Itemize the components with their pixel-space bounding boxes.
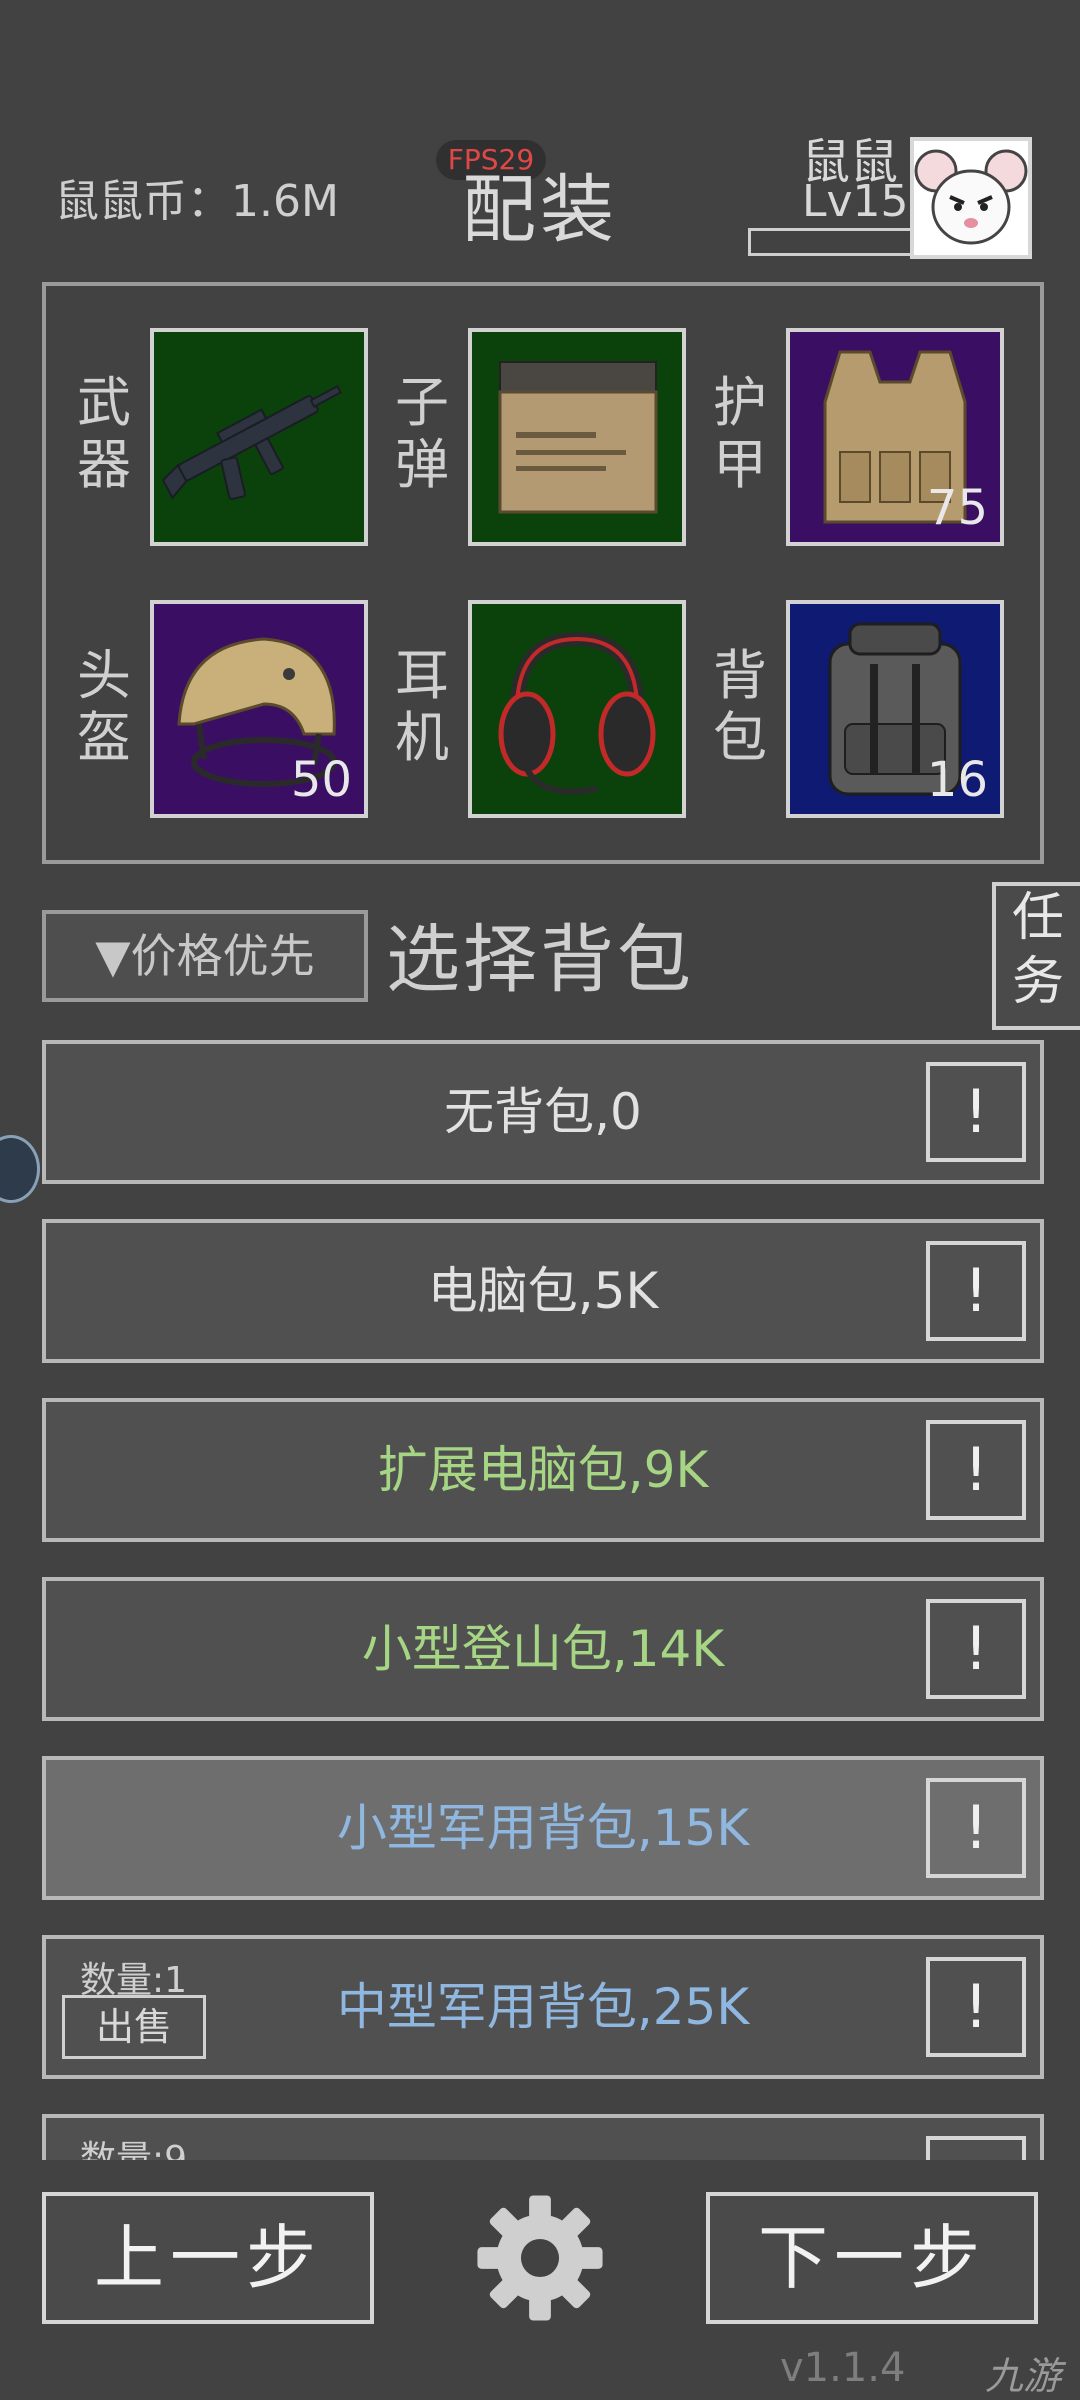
slot-backpack[interactable]: 16 [786,600,1004,818]
list-item[interactable]: 小型登山包,14K ! [42,1577,1044,1721]
settings-button[interactable] [472,2190,608,2326]
ammo-box-icon [498,361,658,514]
durability-count: 16 [926,752,988,808]
item-label: 扩展电脑包,9K [377,1441,709,1499]
info-button[interactable]: ! [926,1957,1026,2057]
list-item[interactable]: 无背包,0 ! [42,1040,1044,1184]
xp-bar [748,228,916,256]
gear-icon [477,2195,603,2321]
item-label: 中型军用背包,25K [336,1978,750,2036]
slot-label-backpack: 背包 [713,644,767,769]
sort-by-price-button[interactable]: ▼价格优先 [42,910,368,1002]
avatar[interactable] [910,137,1032,259]
slot-label-armor: 护甲 [713,371,767,496]
info-button[interactable]: ! [926,1599,1026,1699]
item-label: 电脑包,5K [427,1262,659,1320]
item-label: 小型登山包,14K [361,1620,725,1678]
slot-label-weapon: 武器 [77,371,131,496]
player-level: Lv15 [802,176,909,227]
item-label: 小型军用背包,15K [336,1799,750,1857]
info-button[interactable]: ! [926,1241,1026,1341]
watermark: 九游 [985,2354,1062,2398]
slot-label-ammo: 子弹 [395,371,449,496]
headset-icon [498,631,656,795]
durability-count: 75 [926,480,988,536]
slot-ammo[interactable] [468,328,686,546]
slot-weapon[interactable] [150,328,368,546]
slot-armor[interactable]: 75 [786,328,1004,546]
slot-label-helmet: 头盔 [77,644,131,769]
list-item[interactable]: 扩展电脑包,9K ! [42,1398,1044,1542]
list-item-selected[interactable]: 小型军用背包,15K ! [42,1756,1044,1900]
mouse-avatar-icon [914,149,1028,245]
item-label: 无背包,0 [444,1083,642,1141]
info-button[interactable]: ! [926,1420,1026,1520]
info-button[interactable]: ! [926,1062,1026,1162]
info-button[interactable]: ! [926,1778,1026,1878]
page-title: 配装 [462,167,618,253]
slot-helmet[interactable]: 50 [150,600,368,818]
list-item[interactable]: 数量:9 ! [42,2114,1044,2160]
version-label: v1.1.4 [780,2345,906,2391]
slot-label-headset: 耳机 [395,644,449,769]
section-title: 选择背包 [386,917,694,1003]
previous-step-button[interactable]: 上一步 [42,2192,374,2324]
slot-headset[interactable] [468,600,686,818]
rifle-icon [161,384,342,500]
backpack-list[interactable]: 无背包,0 ! 电脑包,5K ! 扩展电脑包,9K ! 小型登山包,14K ! … [0,1040,1080,2160]
info-button[interactable]: ! [926,2136,1026,2160]
durability-count: 50 [290,752,352,808]
item-label [46,2118,1040,2160]
next-step-button[interactable]: 下一步 [706,2192,1038,2324]
list-item[interactable]: 电脑包,5K ! [42,1219,1044,1363]
list-item[interactable]: 数量:1 出售 中型军用背包,25K ! [42,1935,1044,2079]
task-button[interactable]: 任务 [992,882,1080,1030]
coin-balance: 鼠鼠币：1.6M [55,176,339,227]
